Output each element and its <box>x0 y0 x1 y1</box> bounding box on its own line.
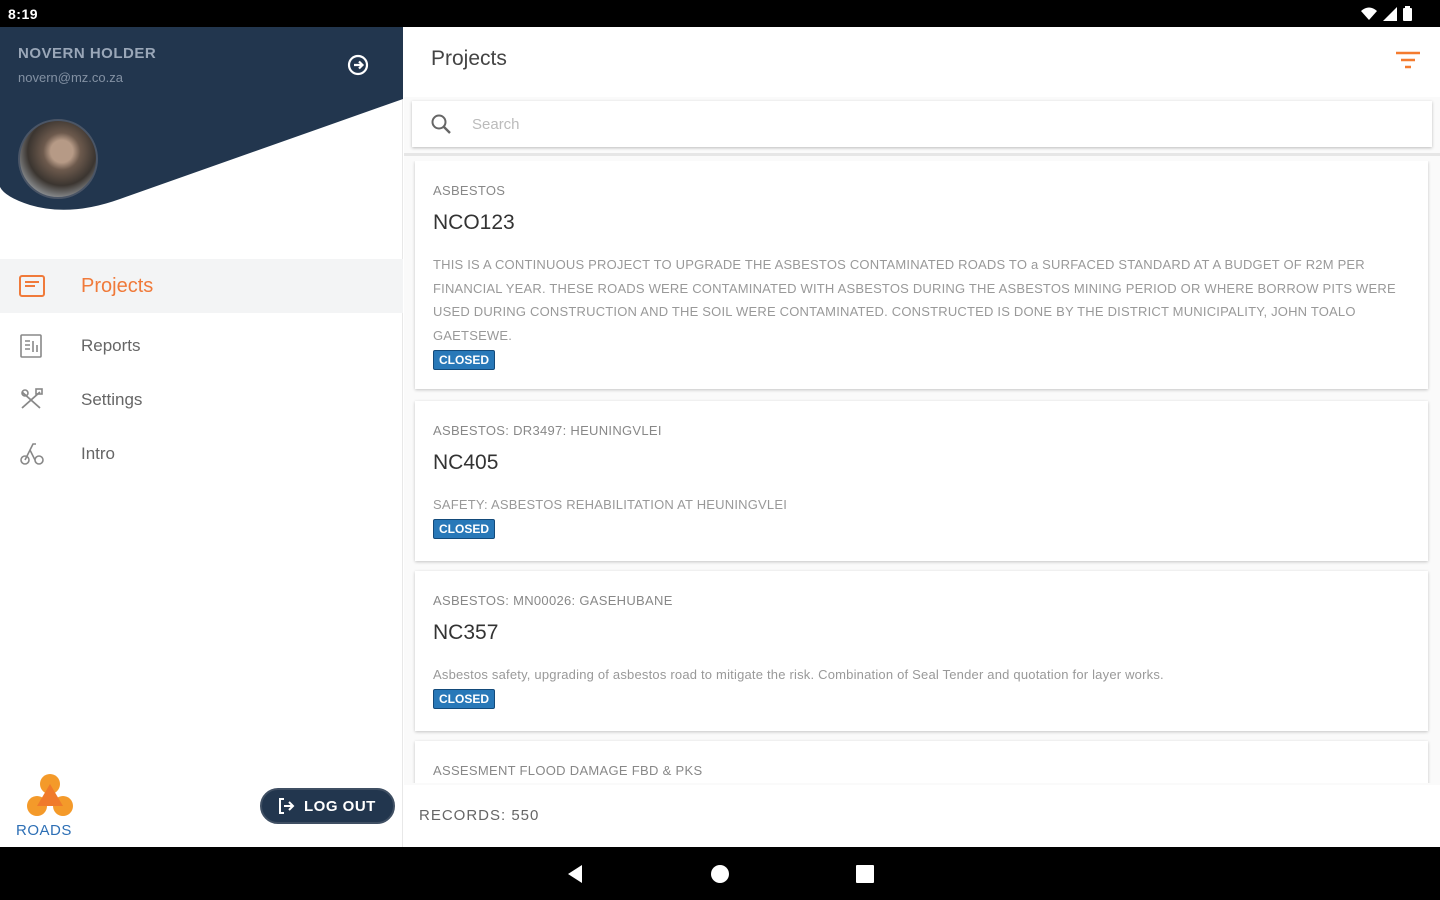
sidebar: NOVERN HOLDER novern@mz.co.za Projects R… <box>0 27 403 847</box>
project-code: NCO123 <box>433 211 515 234</box>
project-code: NC357 <box>433 621 499 644</box>
wifi-icon <box>1361 7 1377 20</box>
system-icons <box>1361 6 1412 21</box>
search-input[interactable] <box>472 109 1372 139</box>
system-navigation-bar <box>0 847 1440 900</box>
project-list[interactable]: ASBESTOS NCO123 THIS IS A CONTINUOUS PRO… <box>404 161 1440 783</box>
top-app-bar: Projects <box>404 27 1440 97</box>
sidebar-item-intro[interactable]: Intro <box>0 427 403 481</box>
projects-icon <box>19 275 45 297</box>
settings-icon <box>21 388 43 409</box>
logout-button[interactable]: LOG OUT <box>260 788 395 824</box>
user-name: NOVERN HOLDER <box>18 45 157 62</box>
recents-icon[interactable] <box>854 863 876 885</box>
logo-text: ROADS <box>16 822 72 839</box>
main-content: Projects ASBESTOS NCO123 THIS IS A CONTI… <box>404 27 1440 847</box>
records-count: RECORDS: 550 <box>419 807 540 824</box>
reports-icon <box>20 334 42 358</box>
avatar[interactable] <box>18 119 98 199</box>
project-description: SAFETY: ASBESTOS REHABILITATION AT HEUNI… <box>433 497 788 512</box>
switch-account-icon[interactable] <box>346 53 370 77</box>
project-code: NC405 <box>433 451 499 474</box>
status-badge: CLOSED <box>433 350 496 370</box>
sidebar-item-reports[interactable]: Reports <box>0 319 403 373</box>
sidebar-item-settings[interactable]: Settings <box>0 373 403 427</box>
project-card[interactable]: ASBESTOS: DR3497: HEUNINGVLEI NC405 SAFE… <box>415 401 1428 561</box>
project-card[interactable]: ASSESMENT FLOOD DAMAGE FBD & PKS <box>415 741 1428 783</box>
sidebar-item-label: Intro <box>81 444 116 463</box>
divider <box>404 153 1440 156</box>
project-category: ASSESMENT FLOOD DAMAGE FBD & PKS <box>433 763 703 778</box>
project-category: ASBESTOS: MN00026: GASEHUBANE <box>433 593 673 608</box>
page-title: Projects <box>431 47 507 70</box>
project-card[interactable]: ASBESTOS NCO123 THIS IS A CONTINUOUS PRO… <box>415 161 1428 389</box>
status-time: 8:19 <box>8 6 39 22</box>
profile-header: NOVERN HOLDER novern@mz.co.za <box>0 27 403 217</box>
intro-icon <box>20 443 44 465</box>
status-bar: 8:19 <box>0 0 1440 27</box>
sidebar-item-projects[interactable]: Projects <box>0 259 403 313</box>
filter-icon[interactable] <box>1394 49 1422 71</box>
status-badge: CLOSED <box>433 519 496 539</box>
sidebar-item-label: Settings <box>81 390 143 409</box>
logout-icon <box>279 798 295 814</box>
logout-label: LOG OUT <box>304 797 376 815</box>
battery-icon <box>1403 6 1412 21</box>
search-bar <box>412 101 1432 147</box>
sidebar-item-label: Reports <box>81 336 141 355</box>
project-category: ASBESTOS <box>433 183 506 198</box>
back-icon[interactable] <box>564 863 586 885</box>
nav-menu: Projects Reports Settings Intro <box>0 259 403 481</box>
search-icon <box>431 114 451 134</box>
user-email: novern@mz.co.za <box>18 70 123 85</box>
project-category: ASBESTOS: DR3497: HEUNINGVLEI <box>433 423 662 438</box>
project-description: Asbestos safety, upgrading of asbestos r… <box>433 667 1164 682</box>
sidebar-item-label: Projects <box>81 274 154 297</box>
signal-icon <box>1383 6 1397 21</box>
project-card[interactable]: ASBESTOS: MN00026: GASEHUBANE NC357 Asbe… <box>415 571 1428 731</box>
status-badge: CLOSED <box>433 689 496 709</box>
records-footer: RECORDS: 550 <box>404 785 1440 847</box>
project-description: THIS IS A CONTINUOUS PROJECT TO UPGRADE … <box>433 257 1396 343</box>
home-icon[interactable] <box>709 863 731 885</box>
